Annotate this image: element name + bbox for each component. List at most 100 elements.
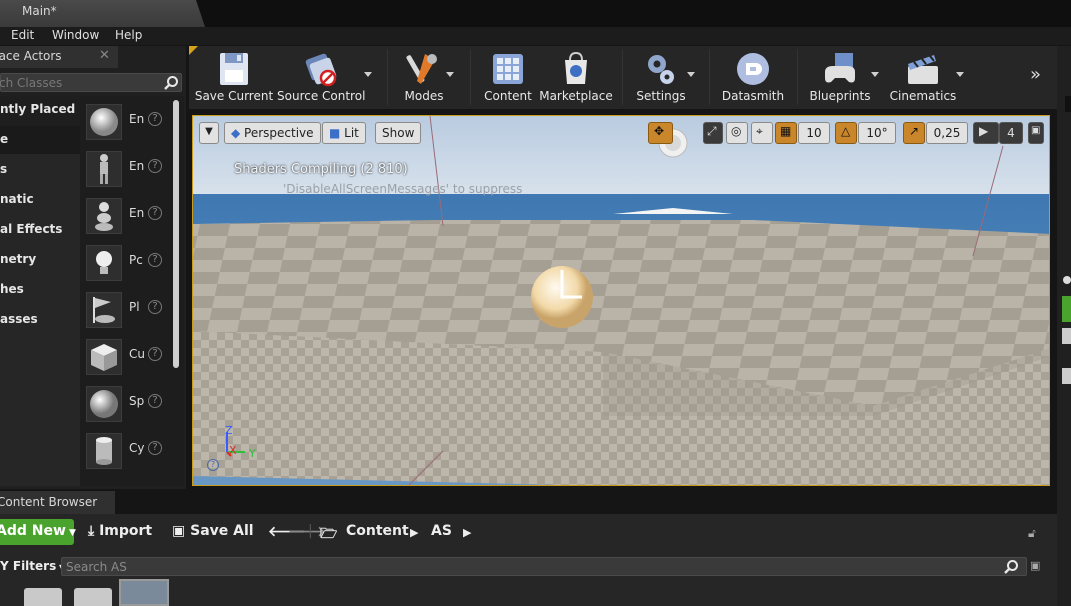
source-control-dropdown-icon[interactable] [364,72,372,77]
level-viewport[interactable]: ▼ ◆ Perspective ■ Lit Show ✥ ⤢ ◎ ⌖ ▦ 10 … [192,115,1050,486]
actor-item-label: Cy [129,441,145,455]
actor-item[interactable]: Sp ? [80,381,184,428]
rotation-snap-icon[interactable]: △ [835,122,857,144]
category-volumes[interactable]: hes [0,276,80,304]
content-search-input[interactable]: Search AS [61,557,1027,576]
content-browser-tab[interactable]: Content Browser [0,491,115,514]
show-button[interactable]: Show [375,122,422,144]
lock-icon[interactable]: 🔓︎ [1028,526,1036,541]
rotation-snap-value[interactable]: 10° [858,122,896,144]
import-button[interactable]: ⤓ Import [88,523,152,539]
toolbar-separator [709,49,710,105]
lit-button[interactable]: ■ Lit [322,122,366,144]
actor-item-label: En [129,159,145,173]
path-as[interactable]: AS [431,523,452,539]
folder-open-icon: 🗁 [320,526,338,542]
class-search-input[interactable]: ch Classes [0,73,182,92]
scale-snap-value[interactable]: 0,25 [926,122,968,144]
search-icon[interactable] [163,75,179,91]
actor-item[interactable]: Cy ? [80,428,184,475]
search-icon[interactable] [1003,559,1019,575]
folder-icon[interactable] [24,588,62,606]
category-recently-placed[interactable]: ntly Placed [0,96,80,126]
help-icon[interactable]: ? [148,394,162,408]
asset-thumbnail[interactable] [119,579,169,606]
save-current-button[interactable]: Save Current [193,46,275,108]
category-cinematic[interactable]: natic [0,186,80,214]
close-icon[interactable]: ✕ [99,48,110,63]
scale-snap-icon[interactable]: ↗ [903,122,925,144]
actor-item[interactable]: En ? [80,99,184,146]
cinematics-dropdown-icon[interactable] [956,72,964,77]
category-visual-effects[interactable]: al Effects [0,216,80,244]
camera-speed-value[interactable]: 4 [999,122,1023,144]
scale-tool-icon[interactable]: ⤢ [703,122,723,144]
folder-icon[interactable] [74,588,112,606]
menu-edit[interactable]: Edit [11,28,34,42]
actor-item-label: Pc [129,253,143,267]
path-chevron-icon[interactable]: ▶ [410,526,418,539]
path-chevron-icon[interactable]: ▶ [463,526,471,539]
tab-main[interactable]: Main* [0,0,205,27]
edge-add-button[interactable] [1062,296,1071,322]
category-basic[interactable]: e [0,126,80,154]
filters-button[interactable]: Y Filters ▼ [0,559,65,573]
cylinder-icon [86,433,122,469]
suppress-message: 'DisableAllScreenMessages' to suppress [283,182,523,196]
menu-help[interactable]: Help [115,28,142,42]
tab-main-label: Main* [22,4,57,18]
edge-radio-icon[interactable] [1063,276,1071,284]
help-icon[interactable]: ? [148,347,162,361]
modes-button[interactable]: Modes [395,46,453,108]
viewport-options-button[interactable]: ▼ [199,122,219,144]
help-icon[interactable]: ? [148,253,162,267]
actor-item[interactable]: Cu ? [80,334,184,381]
marketplace-button[interactable]: Marketplace [539,46,613,108]
world-space-icon[interactable]: ◎ [726,122,748,144]
help-icon[interactable]: ? [148,159,162,173]
maximize-viewport-icon[interactable]: ▣ [1028,122,1044,144]
blueprints-icon [825,53,855,83]
source-control-button[interactable]: Source Control [277,46,365,108]
modes-dropdown-icon[interactable] [446,72,454,77]
category-geometry[interactable]: netry [0,246,80,274]
blueprints-dropdown-icon[interactable] [871,72,879,77]
camera-speed-icon[interactable]: ▶ [973,122,999,144]
cinematics-button[interactable]: Cinematics [885,46,961,108]
toolbar-more-icon[interactable]: » [1030,64,1041,85]
menu-window[interactable]: Window [52,28,99,42]
edge-input[interactable] [1062,368,1071,384]
viewport-help-icon[interactable]: ? [207,459,219,471]
datasmith-button[interactable]: Datasmith [719,46,787,108]
edge-input[interactable] [1062,328,1071,344]
translate-tool-icon[interactable]: ✥ [648,122,673,144]
blueprints-button[interactable]: Blueprints [805,46,875,108]
help-icon[interactable]: ? [148,112,162,126]
help-icon[interactable]: ? [148,441,162,455]
content-browser-title: Content Browser [0,495,98,509]
perspective-button[interactable]: ◆ Perspective [224,122,321,144]
grid-snap-icon[interactable]: ▦ [775,122,797,144]
save-all-button[interactable]: ▣ Save All [172,523,254,539]
surface-snap-icon[interactable]: ⌖ [751,122,773,144]
settings-dropdown-icon[interactable] [687,72,695,77]
category-all-classes[interactable]: asses [0,306,80,334]
help-icon[interactable]: ? [148,300,162,314]
help-icon[interactable]: ? [148,206,162,220]
grid-snap-value[interactable]: 10 [798,122,830,144]
category-lights[interactable]: s [0,156,80,184]
import-icon: ⤓ [88,523,100,539]
actor-item[interactable]: En ? [80,146,184,193]
actor-item[interactable]: Pl ? [80,287,184,334]
place-actors-scrollbar[interactable] [173,100,179,368]
save-search-icon[interactable]: ▣ [1030,559,1040,572]
settings-button[interactable]: Settings [629,46,693,108]
content-button[interactable]: Content [477,46,539,108]
actor-item[interactable]: Pc ? [80,240,184,287]
source-control-icon [305,53,337,87]
path-content[interactable]: Content [346,523,409,539]
perspective-label: Perspective [244,126,314,140]
add-new-button[interactable]: Add New ▼ [0,519,76,545]
player-start-icon [86,292,122,328]
actor-item[interactable]: En ? [80,193,184,240]
